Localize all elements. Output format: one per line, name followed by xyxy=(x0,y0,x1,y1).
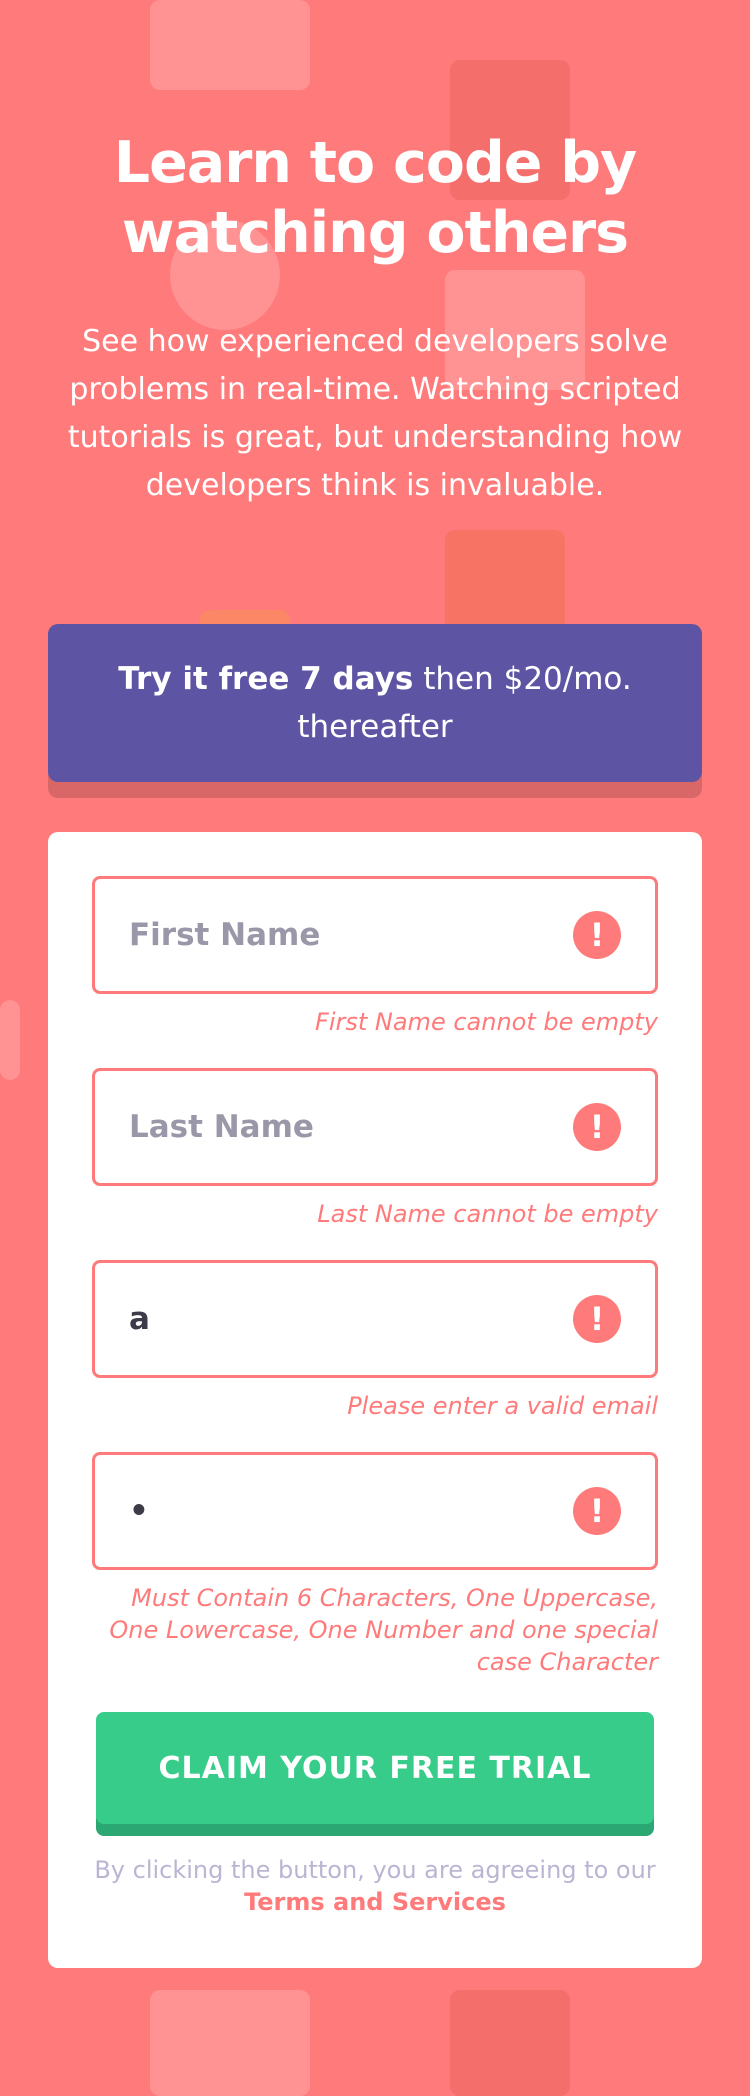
last-name-error: Last Name cannot be empty xyxy=(317,1200,658,1228)
page-title: Learn to code by watching others xyxy=(113,130,637,266)
terms-link[interactable]: Terms and Services xyxy=(88,1886,662,1918)
pricing-text: Try it free 7 days then $20/mo. thereaft… xyxy=(118,655,632,751)
error-exclamation-icon: ! xyxy=(573,1103,621,1151)
claim-trial-button[interactable]: CLAIM YOUR FREE TRIAL xyxy=(96,1712,654,1824)
first-name-field[interactable]: ! xyxy=(92,876,658,994)
error-exclamation-icon: ! xyxy=(573,1487,621,1535)
signup-form: ! First Name cannot be empty ! Last Name… xyxy=(48,832,702,1968)
last-name-input[interactable] xyxy=(129,1109,569,1145)
email-field[interactable]: ! xyxy=(92,1260,658,1378)
password-input[interactable] xyxy=(129,1493,569,1529)
email-error: Please enter a valid email xyxy=(347,1392,658,1420)
terms-text: By clicking the button, you are agreeing… xyxy=(94,1856,656,1884)
password-field[interactable]: ! xyxy=(92,1452,658,1570)
hero-description: See how experienced developers solve pro… xyxy=(67,324,683,503)
terms-notice: By clicking the button, you are agreeing… xyxy=(88,1854,662,1918)
error-exclamation-icon: ! xyxy=(573,911,621,959)
error-exclamation-icon: ! xyxy=(573,1295,621,1343)
first-name-input[interactable] xyxy=(129,917,569,953)
first-name-error: First Name cannot be empty xyxy=(315,1008,658,1036)
email-input[interactable] xyxy=(129,1301,569,1337)
last-name-field[interactable]: ! xyxy=(92,1068,658,1186)
pricing-highlight: Try it free 7 days xyxy=(118,661,414,697)
password-error: Must Contain 6 Characters, One Uppercase… xyxy=(109,1584,658,1676)
pricing-banner: Try it free 7 days then $20/mo. thereaft… xyxy=(48,624,702,782)
